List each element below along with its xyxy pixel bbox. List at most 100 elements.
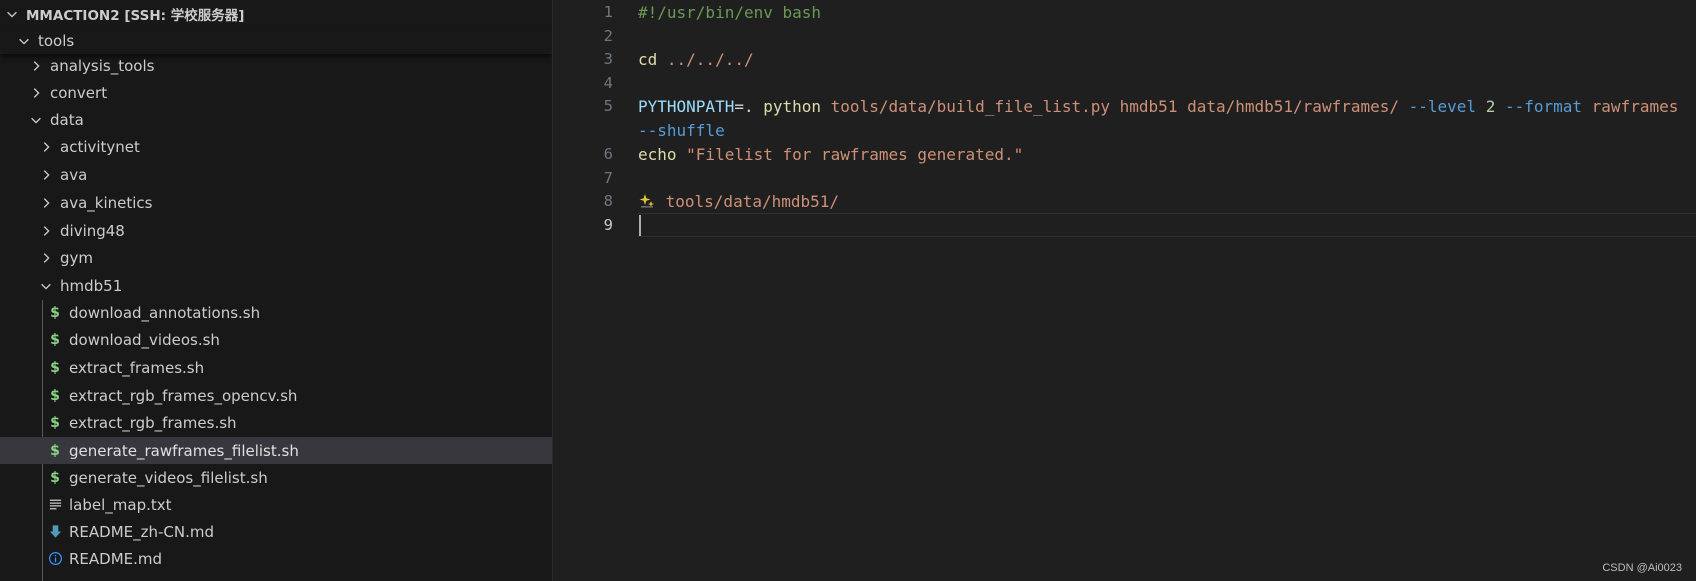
argument-token: ../../../	[657, 49, 754, 69]
tree-item-label: convert	[50, 83, 108, 102]
tree-folder-convert[interactable]: convert	[0, 79, 552, 106]
tree-item-label: README.md	[69, 549, 163, 568]
chevron-down-icon	[38, 278, 54, 294]
line-number-active: 9	[603, 216, 613, 234]
chevron-right-icon	[38, 223, 54, 239]
command-token: cd	[638, 49, 658, 69]
tree-item-label: activitynet	[60, 137, 140, 156]
tree-file-readme[interactable]: README.md	[0, 545, 552, 572]
chevron-right-icon	[38, 167, 54, 183]
assign-token: =.	[734, 96, 764, 116]
tree-file-generate-videos-filelist[interactable]: $ generate_videos_filelist.sh	[0, 464, 552, 491]
chevron-down-icon	[4, 6, 20, 22]
tree-item-label: tools	[38, 31, 75, 50]
tree-folder-activitynet[interactable]: activitynet	[0, 133, 552, 160]
shell-script-icon: $	[50, 469, 60, 486]
markdown-download-icon	[47, 524, 63, 540]
tree-folder-hmdb51[interactable]: hmdb51	[0, 272, 552, 299]
window: MMACTION2 [SSH: 学校服务器] tools analysis_to…	[0, 0, 1696, 581]
tree-item-label: extract_rgb_frames.sh	[69, 413, 237, 432]
explorer-root-folder[interactable]: MMACTION2 [SSH: 学校服务器]	[0, 0, 552, 27]
shell-script-icon: $	[50, 304, 60, 321]
tree-folder-data[interactable]: data	[0, 106, 552, 133]
tree-item-label: extract_rgb_frames_opencv.sh	[69, 386, 298, 405]
tree-file-download-annotations[interactable]: $ download_annotations.sh	[0, 299, 552, 326]
flag-token: --shuffle	[638, 120, 725, 140]
chevron-right-icon	[38, 195, 54, 211]
tree-file-label-map[interactable]: label_map.txt	[0, 491, 552, 518]
code-line-5[interactable]: 5 PYTHONPATH=. python tools/data/build_f…	[553, 94, 1696, 118]
tree-item-label: download_annotations.sh	[69, 303, 261, 322]
line-number: 7	[603, 169, 613, 187]
chevron-right-icon	[38, 139, 54, 155]
line-number: 4	[603, 74, 613, 92]
chevron-down-icon	[28, 112, 44, 128]
command-token: echo	[638, 144, 677, 164]
tree-file-extract-rgb-frames[interactable]: $ extract_rgb_frames.sh	[0, 409, 552, 436]
line-number: 1	[603, 3, 613, 21]
code-line-5-wrap[interactable]: --shuffle	[553, 118, 1696, 142]
tree-item-label: analysis_tools	[50, 56, 155, 75]
tree-item-label: diving48	[60, 221, 125, 240]
tree-item-label: generate_rawframes_filelist.sh	[69, 441, 299, 460]
code-editor[interactable]: 1 #!/usr/bin/env bash 2 3 cd ../../../ 4…	[553, 0, 1696, 581]
tree-folder-diving48[interactable]: diving48	[0, 217, 552, 244]
tree-file-extract-frames[interactable]: $ extract_frames.sh	[0, 354, 552, 381]
flag-token: --level	[1399, 96, 1477, 116]
shell-script-icon: $	[50, 442, 60, 459]
code-line-1[interactable]: 1 #!/usr/bin/env bash	[553, 0, 1696, 24]
text-file-icon	[47, 497, 63, 513]
sparkle-icon[interactable]	[638, 192, 656, 210]
chevron-right-icon	[28, 85, 44, 101]
tree-file-extract-rgb-frames-opencv[interactable]: $ extract_rgb_frames_opencv.sh	[0, 382, 552, 409]
shell-script-icon: $	[50, 387, 60, 404]
line-number: 8	[603, 192, 613, 210]
tree-folder-ava[interactable]: ava	[0, 161, 552, 188]
code-line-3[interactable]: 3 cd ../../../	[553, 47, 1696, 71]
tree-file-readme-zh-cn[interactable]: README_zh-CN.md	[0, 518, 552, 545]
tree-item-label: download_videos.sh	[69, 330, 220, 349]
argument-token: tools/data/build_file_list.py hmdb51 dat…	[821, 96, 1399, 116]
explorer-sidebar: MMACTION2 [SSH: 学校服务器] tools analysis_to…	[0, 0, 553, 581]
tree-item-label: README_zh-CN.md	[69, 522, 215, 541]
code-line-9[interactable]: 9	[553, 213, 1696, 237]
tree-item-label: data	[50, 110, 84, 129]
code-line-7[interactable]: 7	[553, 166, 1696, 190]
tree-file-download-videos[interactable]: $ download_videos.sh	[0, 326, 552, 353]
shebang-comment: #!/usr/bin/env bash	[638, 2, 822, 22]
chevron-right-icon	[38, 250, 54, 266]
tree-item-label: gym	[60, 248, 94, 267]
watermark: CSDN @Ai0023	[1602, 562, 1682, 574]
tree-item-label: extract_frames.sh	[69, 358, 205, 377]
code-line-6[interactable]: 6 echo "Filelist for rawframes generated…	[553, 142, 1696, 166]
tree-folder-gym[interactable]: gym	[0, 244, 552, 271]
tree-item-label: generate_videos_filelist.sh	[69, 468, 268, 487]
info-icon	[47, 551, 63, 567]
text-cursor	[639, 215, 641, 236]
code-line-2[interactable]: 2	[553, 24, 1696, 48]
tree-item-label: label_map.txt	[69, 495, 172, 514]
shell-script-icon: $	[50, 331, 60, 348]
number-token: 2	[1476, 96, 1496, 116]
shell-script-icon: $	[50, 359, 60, 376]
flag-token: --format	[1495, 96, 1583, 116]
argument-token: rawframes	[1582, 96, 1679, 116]
line-number: 3	[603, 50, 613, 68]
tree-folder-ava-kinetics[interactable]: ava_kinetics	[0, 189, 552, 216]
argument-token: tools/data/hmdb51/	[656, 191, 840, 211]
chevron-right-icon	[28, 58, 44, 74]
tree-item-label: hmdb51	[60, 276, 123, 295]
string-token: "Filelist for rawframes generated."	[676, 144, 1024, 164]
tree-item-label: ava_kinetics	[60, 193, 153, 212]
env-var-token: PYTHONPATH	[638, 96, 735, 116]
code-line-8[interactable]: 8 tools/data/hmdb51/	[553, 189, 1696, 213]
code-line-4[interactable]: 4	[553, 71, 1696, 95]
tree-item-label: ava	[60, 165, 88, 184]
tree-file-generate-rawframes-filelist[interactable]: $ generate_rawframes_filelist.sh	[0, 437, 552, 464]
tree-folder-tools[interactable]: tools	[0, 27, 552, 54]
line-number: 2	[603, 27, 613, 45]
shell-script-icon: $	[50, 414, 60, 431]
tree-folder-analysis-tools[interactable]: analysis_tools	[0, 52, 552, 79]
chevron-down-icon	[16, 33, 32, 49]
line-number: 6	[603, 145, 613, 163]
